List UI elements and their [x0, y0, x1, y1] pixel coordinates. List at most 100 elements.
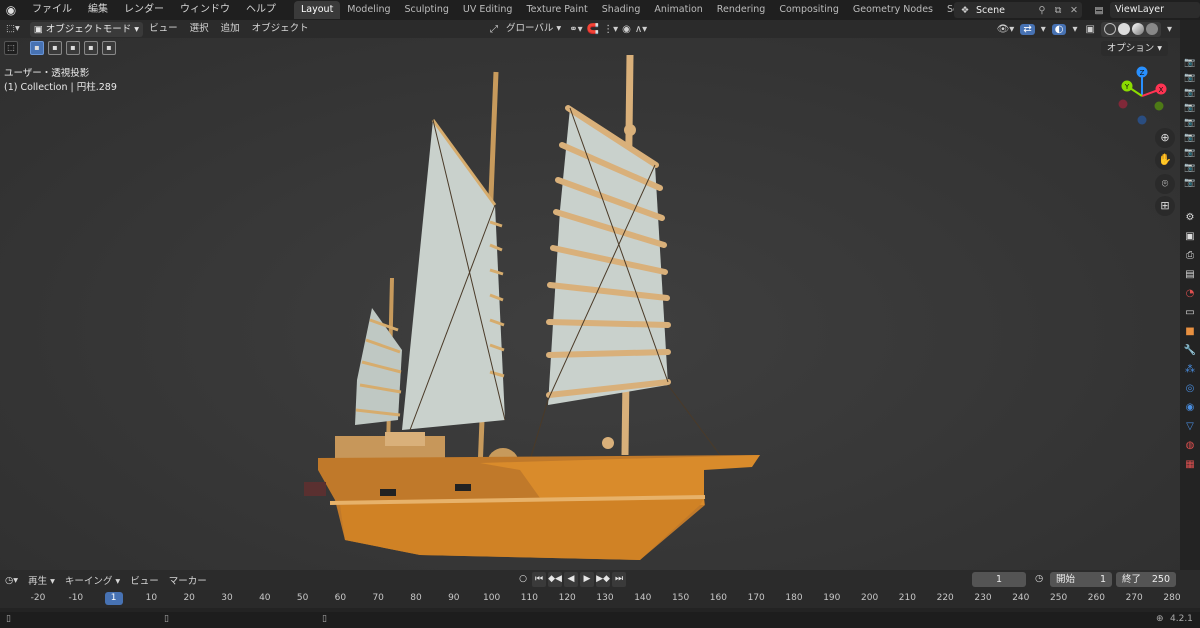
solid-shading-icon[interactable]: [1117, 23, 1130, 35]
scene-name[interactable]: Scene: [976, 5, 1034, 16]
overlay-toggle-icon[interactable]: ◐: [1051, 23, 1067, 35]
pan-hand-icon[interactable]: ✋: [1155, 150, 1175, 170]
tab-modeling[interactable]: Modeling: [340, 1, 397, 19]
menu-help[interactable]: ヘルプ: [238, 0, 284, 20]
menu-render[interactable]: レンダー: [116, 0, 172, 20]
frame-ruler[interactable]: -20 -10 1 10 20 30 40 50 60 70 80 90 100 110 120 130 140…: [0, 590, 1200, 608]
tab-uv-editing[interactable]: UV Editing: [456, 1, 520, 19]
constraints-properties-icon[interactable]: ◉: [1183, 401, 1197, 415]
wireframe-shading-icon[interactable]: [1103, 23, 1116, 35]
camera-icon[interactable]: 📷: [1183, 72, 1197, 84]
tab-layout[interactable]: Layout: [294, 1, 341, 19]
jump-prev-keyframe-icon[interactable]: ◆◀: [548, 572, 562, 587]
gizmo-neg-y-handle[interactable]: [1154, 101, 1164, 111]
falloff-icon[interactable]: ∧▾: [633, 24, 649, 35]
world-properties-icon[interactable]: ▭: [1183, 306, 1197, 320]
camera-icon[interactable]: 📷: [1183, 102, 1197, 114]
xray-icon[interactable]: ▣: [1084, 24, 1097, 35]
menu-add[interactable]: 追加: [215, 20, 246, 38]
tab-shading[interactable]: Shading: [595, 1, 648, 19]
render-properties-icon[interactable]: ▣: [1183, 230, 1197, 244]
camera-icon[interactable]: 📷: [1183, 162, 1197, 174]
jump-start-icon[interactable]: ⏮: [532, 572, 546, 587]
physics-properties-icon[interactable]: ◎: [1183, 382, 1197, 396]
modifier-properties-icon[interactable]: 🔧: [1183, 344, 1197, 358]
editor-type-icon[interactable]: ⬚▾: [0, 20, 26, 38]
pivot-icon[interactable]: ⚭▾: [567, 24, 584, 35]
new-scene-icon[interactable]: ⧉: [1050, 5, 1066, 16]
camera-icon[interactable]: 📷: [1183, 57, 1197, 69]
material-shading-icon[interactable]: [1131, 23, 1144, 35]
select-subtract-icon[interactable]: ▪: [66, 41, 80, 55]
view-layer-name[interactable]: ViewLayer: [1110, 2, 1200, 18]
menu-file[interactable]: ファイル: [24, 0, 80, 20]
data-properties-icon[interactable]: ▽: [1183, 420, 1197, 434]
gizmo-neg-z-handle[interactable]: [1137, 115, 1147, 125]
particles-properties-icon[interactable]: ⁂: [1183, 363, 1197, 377]
camera-icon[interactable]: 📷: [1183, 147, 1197, 159]
tab-animation[interactable]: Animation: [647, 1, 709, 19]
close-icon[interactable]: ✕: [1066, 5, 1082, 16]
menu-object[interactable]: オブジェクト: [246, 20, 315, 38]
end-frame-field[interactable]: 終了 250: [1116, 572, 1176, 587]
tab-compositing[interactable]: Compositing: [772, 1, 846, 19]
options-dropdown[interactable]: オプション ▾: [1100, 41, 1168, 56]
select-box-tool-icon[interactable]: ⬚: [4, 41, 18, 55]
mode-dropdown[interactable]: ▣ オブジェクトモード ▾: [29, 21, 144, 37]
play-icon[interactable]: ▶: [580, 572, 594, 587]
scene-properties-icon[interactable]: ◔: [1183, 287, 1197, 301]
scene-selector[interactable]: ❖ Scene ⚲ ⧉ ✕: [954, 2, 1082, 18]
menu-select[interactable]: 選択: [184, 20, 215, 38]
tool-properties-icon[interactable]: ⚙: [1183, 211, 1197, 225]
camera-icon[interactable]: 📷: [1183, 177, 1197, 189]
select-invert-icon[interactable]: ▪: [84, 41, 98, 55]
snap-icon[interactable]: 🧲: [585, 24, 601, 35]
preview-range-icon[interactable]: ◷: [1030, 573, 1048, 584]
blender-logo-icon[interactable]: ◉: [4, 3, 18, 17]
menu-view[interactable]: ビュー: [143, 20, 184, 38]
view-layer-properties-icon[interactable]: ▤: [1183, 268, 1197, 282]
zoom-icon[interactable]: ⊕: [1155, 128, 1175, 148]
auto-keying-icon[interactable]: ○: [516, 572, 530, 587]
camera-icon[interactable]: 📷: [1183, 132, 1197, 144]
pin-icon[interactable]: ⚲: [1034, 5, 1050, 16]
perspective-toggle-icon[interactable]: ⊞: [1155, 196, 1175, 216]
timeline-view-menu[interactable]: ビュー: [125, 573, 164, 587]
rendered-shading-icon[interactable]: [1145, 23, 1158, 35]
overlay-dropdown-icon[interactable]: ▾: [1070, 24, 1079, 35]
select-extend-icon[interactable]: ▪: [48, 41, 62, 55]
play-reverse-icon[interactable]: ◀: [564, 572, 578, 587]
3d-viewport[interactable]: ⬚ ▪ ▪ ▪ ▪ ▪ オプション ▾ ユーザー・透視投影 (1) Collec…: [0, 38, 1180, 570]
timeline-editor-type-icon[interactable]: ◷▾: [0, 575, 23, 586]
output-properties-icon[interactable]: ⎙: [1183, 249, 1197, 263]
view-layer-selector[interactable]: ▤ ViewLayer: [1088, 2, 1200, 18]
select-intersect-icon[interactable]: ▪: [102, 41, 116, 55]
jump-end-icon[interactable]: ⏭: [612, 572, 626, 587]
start-frame-field[interactable]: 開始 1: [1050, 572, 1112, 587]
tab-geometry-nodes[interactable]: Geometry Nodes: [846, 1, 940, 19]
visibility-icon[interactable]: 👁▾: [995, 24, 1017, 35]
junk-ship-model[interactable]: [290, 48, 770, 568]
object-properties-icon[interactable]: ■: [1183, 325, 1197, 339]
gizmo-dropdown-icon[interactable]: ▾: [1039, 24, 1048, 35]
navigation-gizmo[interactable]: Z X Y: [1112, 66, 1172, 126]
texture-properties-icon[interactable]: ▦: [1183, 458, 1197, 472]
marker-menu[interactable]: マーカー: [164, 573, 212, 587]
menu-edit[interactable]: 編集: [80, 0, 116, 20]
transform-orientation-dropdown[interactable]: グローバル ▾: [500, 20, 567, 38]
select-new-icon[interactable]: ▪: [30, 41, 44, 55]
playback-menu[interactable]: 再生 ▾: [23, 573, 60, 587]
material-properties-icon[interactable]: ◍: [1183, 439, 1197, 453]
tab-rendering[interactable]: Rendering: [710, 1, 773, 19]
snap-target-icon[interactable]: ⋮▾: [601, 24, 620, 35]
menu-window[interactable]: ウィンドウ: [172, 0, 238, 20]
camera-view-icon[interactable]: ⌾: [1155, 174, 1175, 194]
jump-next-keyframe-icon[interactable]: ▶◆: [596, 572, 610, 587]
tab-sculpting[interactable]: Sculpting: [398, 1, 456, 19]
gizmo-toggle-icon[interactable]: ⇄: [1020, 23, 1035, 35]
current-frame-field[interactable]: 1: [972, 572, 1026, 587]
proportional-edit-icon[interactable]: ◉: [620, 24, 633, 35]
camera-icon[interactable]: 📷: [1183, 117, 1197, 129]
tab-texture-paint[interactable]: Texture Paint: [519, 1, 594, 19]
camera-icon[interactable]: 📷: [1183, 87, 1197, 99]
